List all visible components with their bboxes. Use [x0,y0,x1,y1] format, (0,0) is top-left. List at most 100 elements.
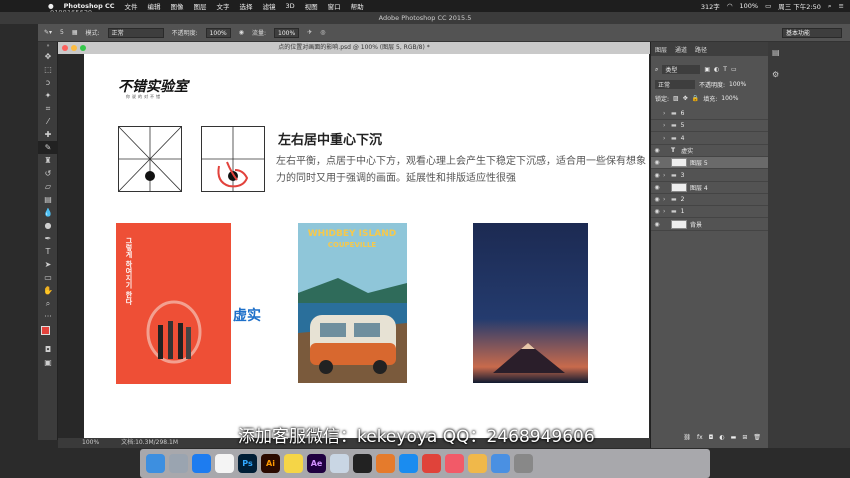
pen-tool-icon[interactable]: ✒ [38,232,58,245]
lasso-tool-icon[interactable]: ↄ [38,76,58,89]
layer-row[interactable]: › ▬ 6 [651,108,769,120]
brush-size[interactable]: 5 [60,29,64,36]
properties-icon[interactable]: ⚙ [772,70,779,79]
layer-row[interactable]: ◉ 图层 5 [651,157,769,170]
clock[interactable]: 周三 下午2:50 [778,1,821,11]
brush-tool-icon[interactable]: ✎▾ [44,29,52,36]
mode-select[interactable]: 正常 [107,27,164,38]
layer-name[interactable]: 1 [681,208,685,215]
zoom-level[interactable]: 100% [82,439,99,446]
search-icon[interactable]: ⌕ [828,2,832,11]
expand-arrow-icon[interactable]: › [663,135,671,142]
menu-3d[interactable]: 3D [286,2,295,10]
layer-row[interactable]: › ▬ 5 [651,120,769,133]
layer-row[interactable]: ◉ T 虚实 [651,145,769,157]
eye-icon[interactable]: ◉ [651,184,663,191]
dock-calendar-icon[interactable] [215,454,234,473]
dock-notes-icon[interactable] [284,454,303,473]
size-pressure-icon[interactable]: ◎ [320,29,325,36]
menu-window[interactable]: 窗口 [328,1,341,11]
tab-paths[interactable]: 路径 [695,45,707,54]
hand-tool-icon[interactable]: ✋ [38,284,58,297]
layer-name[interactable]: 虚实 [681,146,693,155]
eye-icon[interactable]: ◉ [651,221,663,228]
more-tools-icon[interactable]: ··· [38,310,58,323]
minimize-window-button[interactable] [71,45,77,51]
type-tool-icon[interactable]: T [38,245,58,258]
expand-arrow-icon[interactable]: › [663,208,671,215]
dock-ae-icon[interactable]: Ae [307,454,326,473]
pressure-icon[interactable]: ◉ [239,29,244,36]
expand-arrow-icon[interactable]: › [663,196,671,203]
filter-adjust-icon[interactable]: ◐ [714,66,719,73]
layer-row[interactable]: ◉ 图层 4 [651,182,769,194]
adjustment-icon[interactable]: ◐ [719,434,724,441]
link-icon[interactable]: ⛓ [683,434,691,441]
filter-type-icon[interactable]: T [723,66,727,73]
brush-panel-icon[interactable]: ▦ [72,29,78,36]
wifi-icon[interactable]: ◠ [727,2,733,10]
flow-field[interactable]: 100% [274,27,300,38]
menu-filter[interactable]: 滤镜 [263,1,276,11]
layer-name[interactable]: 3 [681,172,685,179]
dock-ai-icon[interactable]: Ai [261,454,280,473]
dock-chrome-icon[interactable] [422,454,441,473]
layer-name[interactable]: 5 [681,122,685,129]
canvas-artboard[interactable]: 不错实验室 你说的对不错 左右居中重心下沉 左右平衡，点居于中心下方，观看心理上… [84,54,649,438]
layer-row[interactable]: ◉ › ▬ 2 [651,194,769,207]
layer-row[interactable]: ◉ 背景 [651,219,769,231]
layer-name[interactable]: 6 [681,110,685,117]
close-window-button[interactable] [62,45,68,51]
marquee-tool-icon[interactable]: ⬚ [38,63,58,76]
dock-photos-icon[interactable] [468,454,487,473]
eye-icon[interactable]: ◉ [651,208,663,215]
history-brush-icon[interactable]: ↺ [38,167,58,180]
quick-select-tool-icon[interactable]: ✦ [38,89,58,102]
folder-icon[interactable]: ▬ [731,434,737,441]
brush-tool-icon[interactable]: ✎ [38,141,58,154]
mask-icon[interactable]: ◘ [709,434,714,441]
layer-row[interactable]: ◉ › ▬ 1 [651,206,769,219]
dock-music-icon[interactable] [445,454,464,473]
menu-layer[interactable]: 图层 [194,1,207,11]
expand-arrow-icon[interactable]: › [663,122,671,129]
crop-tool-icon[interactable]: ⌗ [38,102,58,115]
shape-tool-icon[interactable]: ▭ [38,271,58,284]
gradient-tool-icon[interactable]: ▤ [38,193,58,206]
eye-icon[interactable]: ◉ [651,196,663,203]
dock-preview-icon[interactable] [330,454,349,473]
fx-icon[interactable]: fx [697,434,703,441]
color-swatches[interactable] [38,323,58,343]
foreground-color[interactable] [41,326,50,335]
battery-icon[interactable]: ▭ [765,2,771,10]
zoom-tool-icon[interactable]: ⌕ [38,297,58,310]
expand-arrow-icon[interactable]: › [663,110,671,117]
dock-finder-icon[interactable] [146,454,165,473]
menu-edit[interactable]: 编辑 [148,1,161,11]
menu-image[interactable]: 图像 [171,1,184,11]
blur-tool-icon[interactable]: 💧 [38,206,58,219]
move-tool-icon[interactable]: ✥ [38,50,58,63]
menu-file[interactable]: 文件 [125,1,138,11]
maximize-window-button[interactable] [80,45,86,51]
layer-name[interactable]: 4 [681,135,685,142]
filter-shape-icon[interactable]: ▭ [731,66,737,73]
document-tab[interactable]: 点的位置对画面的影响.psd @ 100% (图层 5, RGB/8) * [58,42,650,54]
dock-app-store-icon[interactable] [192,454,211,473]
eye-icon[interactable]: ◉ [651,159,663,166]
path-select-tool-icon[interactable]: ➤ [38,258,58,271]
healing-tool-icon[interactable]: ✚ [38,128,58,141]
expand-arrow-icon[interactable]: › [663,172,671,179]
dock-safari-icon[interactable] [399,454,418,473]
history-icon[interactable]: ▤ [772,48,780,57]
tab-layers[interactable]: 图层 [655,45,667,54]
fill-value[interactable]: 100% [721,95,738,102]
layer-row[interactable]: › ▬ 4 [651,133,769,145]
layer-name[interactable]: 图层 4 [690,183,708,192]
quick-mask-icon[interactable]: ◘ [38,343,58,356]
new-layer-icon[interactable]: ⊞ [742,434,747,441]
menu-help[interactable]: 帮助 [351,1,364,11]
blend-mode-select[interactable]: 正常 [655,80,695,89]
dock-screen-icon[interactable] [376,454,395,473]
eraser-tool-icon[interactable]: ▱ [38,180,58,193]
